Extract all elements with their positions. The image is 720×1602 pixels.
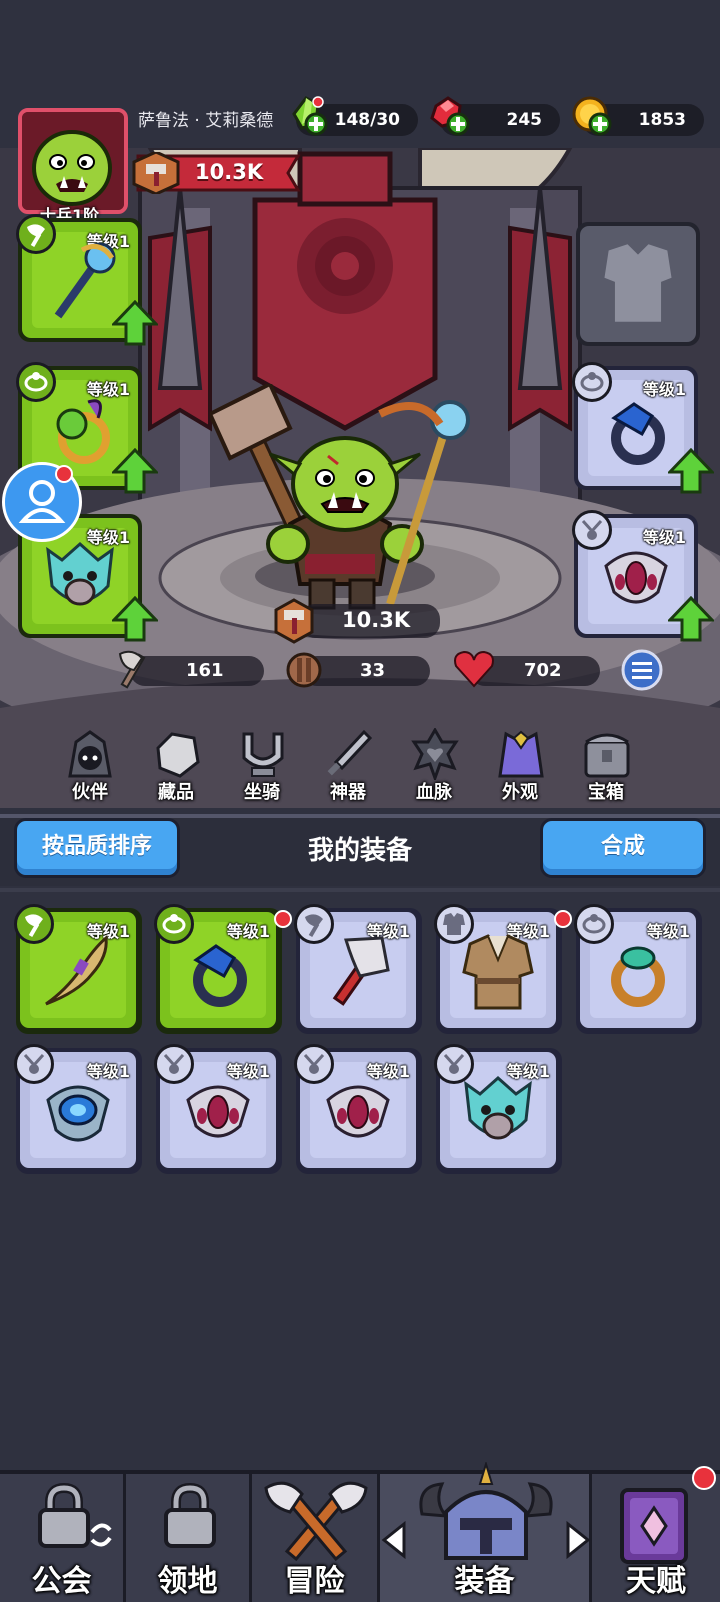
attack-value: 161 [186,660,224,681]
nav-equipment[interactable]: 装备 [380,1462,592,1602]
energy-value: 148/30 [334,110,400,130]
crossed-axes-icon [264,1481,368,1562]
mask-item-icon [46,541,114,606]
helmet-icon [419,1462,553,1560]
mask-item-icon [464,1075,532,1140]
orc-portrait-icon [22,112,124,210]
category-label: 外观 [502,782,538,803]
inventory-item[interactable]: 等级1 [294,904,422,1034]
axe-item-icon [332,936,390,1006]
gold-value: 1853 [638,110,686,130]
sort-by-quality-button[interactable]: 按品质排序 [14,818,180,878]
blue-amulet-item-icon [46,1085,110,1142]
axe-attack-icon [118,650,146,689]
nav-label: 领地 [157,1564,218,1599]
nav-talent[interactable]: 天赋 [592,1466,720,1602]
leather-armor-item-icon [462,934,534,1010]
gem-value: 245 [506,110,543,130]
dark-ring-item-icon [611,402,665,465]
nav-label: 天赋 [626,1564,686,1599]
upgrade-arrow-icon [668,596,714,642]
hero-avatar[interactable] [18,108,128,214]
sword-artifact-icon [327,729,373,776]
category-label: 神器 [330,782,366,803]
orc-hero-character [210,384,470,610]
new-item-dot [554,910,572,928]
player-name: 萨鲁法 · 艾莉桑德 [138,111,274,131]
new-item-dot [274,910,292,928]
chevron-right-icon [566,1520,591,1560]
merge-button[interactable]: 合成 [540,818,706,878]
section-title: 我的装备 [307,836,412,866]
defense-value: 33 [360,660,386,681]
ring-item-icon [56,399,110,464]
inventory-item[interactable]: 等级1 [154,904,292,1034]
equipped-ring-slot-2[interactable]: 等级1 [572,362,714,494]
spiked-bloodline-icon [411,728,459,780]
nav-adventure[interactable]: 冒险 [252,1474,380,1602]
top-power-value: 10.3K [195,160,264,184]
center-power-value: 10.3K [342,608,411,632]
inventory-item[interactable]: 等级1 [294,1044,422,1174]
category-artifact[interactable]: 神器 [308,728,388,803]
power-hammer-icon [274,598,314,644]
nav-territory[interactable]: 领地 [126,1474,252,1602]
equipped-weapon-slot[interactable]: 等级1 [16,214,158,346]
upgrade-arrow-icon [112,300,158,346]
empty-armor-slot[interactable] [576,222,700,346]
inventory-item[interactable]: 等级1 [14,1044,142,1174]
teal-ring-item-icon [611,946,665,1007]
lock-icon [38,1482,112,1548]
upgrade-arrow-icon [112,596,158,642]
gold-coin-icon [572,96,612,136]
lock-icon [164,1482,216,1548]
horn-staff-item-icon [45,935,108,1006]
nav-guild[interactable]: 公会 [0,1474,126,1602]
stats-list-icon[interactable] [620,648,664,692]
category-label: 坐骑 [244,782,280,803]
nav-label: 冒险 [284,1564,345,1599]
inventory-item[interactable]: 等级1 [154,1044,282,1174]
armor-placeholder-icon [604,244,672,322]
upgrade-arrow-icon [668,448,714,494]
amulet-item-icon [186,1085,250,1138]
inventory-item[interactable]: 等级1 [574,904,702,1034]
upgrade-arrow-icon [112,448,158,494]
energy-crystal-icon [292,96,328,136]
profile-fab-button[interactable] [2,462,82,542]
inventory-item[interactable]: 等级1 [434,1044,562,1174]
ruby-gem-icon [430,96,470,136]
treasure-chest-icon [584,733,630,778]
category-label: 伙伴 [72,782,108,803]
staff-item-icon [54,242,116,319]
shield-defense-icon [286,652,322,688]
nav-label: 装备 [454,1564,515,1599]
equipped-amulet-slot[interactable]: 等级1 [572,510,714,642]
hooded-companion-icon [68,730,112,778]
dark-ring-item-icon [193,944,247,1007]
category-bloodline[interactable]: 血脉 [394,728,474,803]
inventory-item[interactable]: 等级1 [14,904,142,1034]
category-appearance[interactable]: 外观 [480,728,560,803]
robe-appearance-icon [498,730,544,778]
category-chest[interactable]: 宝箱 [566,728,646,803]
category-label: 宝箱 [588,782,624,803]
health-value: 702 [524,660,562,681]
amulet-item-icon [326,1085,390,1138]
category-label: 血脉 [416,782,452,803]
stone-collection-icon [156,732,200,778]
chevron-left-icon [381,1520,406,1560]
notification-dot [692,1466,716,1490]
category-companion[interactable]: 伙伴 [50,728,130,803]
saddle-mount-icon [242,732,284,777]
inventory-item[interactable]: 等级1 [434,904,572,1034]
category-label: 藏品 [158,782,194,803]
notification-dot [55,465,73,483]
heart-health-icon [454,650,494,688]
category-collection[interactable]: 藏品 [136,728,216,803]
amulet-item-icon [604,551,668,604]
category-mount[interactable]: 坐骑 [222,728,302,803]
nav-label: 公会 [31,1564,92,1599]
